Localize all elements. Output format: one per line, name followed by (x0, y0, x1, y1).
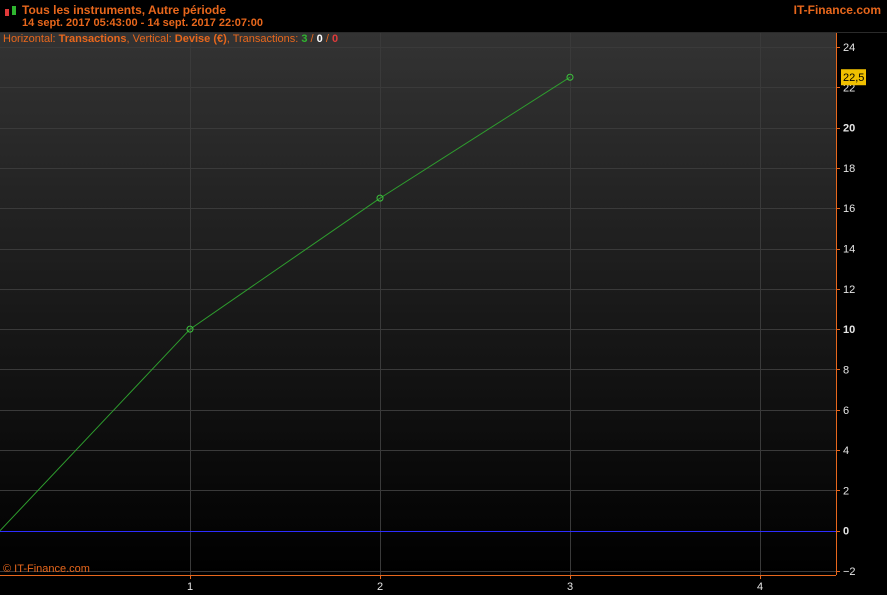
x-tick-label: 4 (757, 581, 763, 593)
horizontal-value: Transactions (58, 33, 127, 45)
copyright: © IT-Finance.com (3, 563, 90, 575)
brand-label: IT-Finance.com (793, 3, 881, 17)
period-range: 14 sept. 2017 05:43:00 - 14 sept. 2017 2… (22, 17, 263, 29)
horizontal-label: Horizontal: (3, 33, 59, 45)
separator: / (307, 33, 317, 45)
vertical-value: Devise (€) (174, 33, 227, 45)
chart-window: −2 0 2 4 6 8 10 12 14 16 18 20 22 24 1234 22,5 Tous l… (0, 0, 887, 595)
info-bar: Horizontal: Transactions, Vertical: Devi… (3, 33, 338, 45)
y-tick-label: 6 (843, 405, 849, 417)
x-axis: 1 2 3 4 (187, 575, 763, 593)
y-tick-label: 16 (843, 203, 855, 215)
y-tick-label: 14 (843, 244, 855, 256)
separator: / (322, 33, 332, 45)
chart-icon (5, 6, 16, 16)
y-tick-label: 24 (843, 42, 855, 54)
y-tick-label: 12 (843, 284, 855, 296)
vertical-label: , Vertical: (126, 33, 175, 45)
y-axis: −2024681012141618202224 (836, 42, 856, 578)
plot-background (0, 33, 836, 575)
last-value-tag: 22,5 (841, 69, 866, 86)
y-tick-label: 0 (843, 526, 849, 538)
x-tick-label: 1 (187, 581, 193, 593)
y-tick-label: 18 (843, 163, 855, 175)
losing-count: 0 (331, 33, 339, 45)
y-tick-label: 8 (843, 364, 849, 376)
equity-chart: −2024681012141618202224 1234 22,5 (0, 32, 887, 593)
y-tick-label: 10 (843, 324, 855, 336)
header: Tous les instruments, Autre période 14 s… (0, 0, 887, 33)
window-title: Tous les instruments, Autre période (22, 3, 227, 17)
last-value-label: 22,5 (843, 72, 864, 84)
x-tick-label: 2 (377, 581, 383, 593)
y-tick-label: −2 (843, 566, 856, 578)
y-tick-label: 2 (843, 485, 849, 497)
x-tick-label: 3 (567, 581, 573, 593)
y-tick-label: 20 (843, 123, 855, 135)
y-tick-label: 4 (843, 445, 849, 457)
transactions-label: , Transactions: (226, 33, 302, 45)
